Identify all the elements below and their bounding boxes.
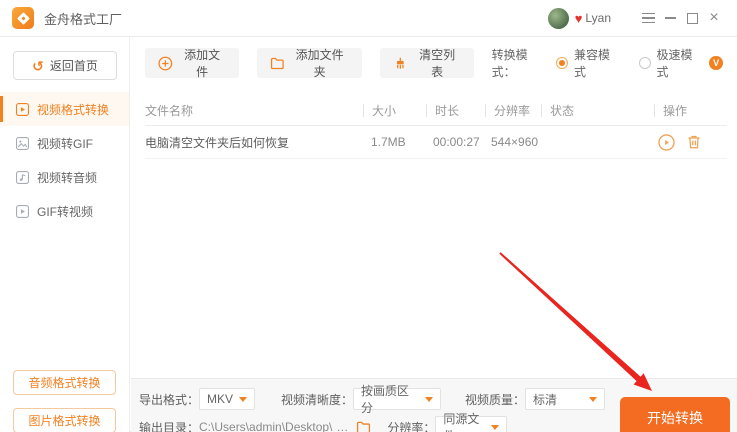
maximize-button[interactable] (681, 7, 703, 29)
compatible-mode-label[interactable]: 兼容模式 (574, 46, 621, 80)
resolution-dropdown[interactable]: 同源文件 (435, 416, 507, 432)
quality-label: 视频质量： (465, 391, 525, 408)
sidebar-item-label: 视频转GIF (37, 135, 93, 152)
add-file-button[interactable]: 添加文件 (145, 48, 239, 78)
folder-icon (356, 420, 371, 432)
output-dir-label: 输出目录： (139, 419, 199, 432)
delete-button[interactable] (686, 134, 702, 150)
sidebar-item-video-format[interactable]: 视频格式转换 (0, 92, 129, 126)
username[interactable]: Lyan (585, 11, 611, 25)
trash-icon (686, 134, 702, 150)
col-file-name: 文件名称 (145, 102, 363, 119)
add-file-label: 添加文件 (179, 46, 226, 80)
play-box-icon (16, 205, 29, 218)
col-operation: 操作 (655, 102, 727, 119)
file-name: 电脑清空文件夹后如何恢复 (145, 134, 363, 151)
play-button[interactable] (658, 134, 675, 151)
fast-mode-radio[interactable] (639, 57, 651, 69)
compatible-mode-radio[interactable] (556, 57, 568, 69)
fast-mode-label[interactable]: 极速模式 (657, 46, 704, 80)
quality-dropdown[interactable]: 标清 (525, 388, 605, 410)
table-header: 文件名称 大小 时长 分辨率 状态 操作 (145, 95, 727, 126)
music-note-icon (16, 171, 29, 184)
app-logo-icon (12, 7, 34, 29)
col-resolution: 分辨率 (486, 102, 541, 119)
sidebar-item-label: 视频转音频 (37, 169, 97, 186)
clarity-label: 视频清晰度： (281, 391, 353, 408)
sidebar: ↺ 返回首页 视频格式转换 视频转GIF 视频转音频 GIF转视频 音频格式转换 (0, 37, 130, 432)
user-avatar[interactable] (548, 8, 569, 29)
sidebar-bottom: 音频格式转换 图片格式转换 (13, 370, 116, 432)
clear-list-button[interactable]: 清空列表 (380, 48, 474, 78)
output-dir-more[interactable]: … (336, 420, 348, 432)
start-convert-button[interactable]: 开始转换 (620, 397, 730, 432)
export-format-dropdown[interactable]: MKV (199, 388, 255, 410)
app-title: 金舟格式工厂 (44, 9, 122, 28)
mode-label: 转换模式： (492, 46, 551, 80)
export-format-label: 导出格式： (139, 391, 199, 408)
add-folder-button[interactable]: 添加文件夹 (257, 48, 362, 78)
toolbar: 添加文件 添加文件夹 清空列表 转换模式： 兼容模式 极速模式 V (145, 47, 723, 79)
conversion-mode-group: 转换模式： 兼容模式 极速模式 V (492, 46, 723, 80)
chevron-down-icon (425, 397, 433, 402)
sidebar-item-video-to-audio[interactable]: 视频转音频 (0, 160, 129, 194)
file-resolution: 544×960 (483, 135, 538, 149)
minimize-button[interactable] (659, 7, 681, 29)
audio-format-button[interactable]: 音频格式转换 (13, 370, 116, 395)
app-window: 金舟格式工厂 ♥ Lyan × ↺ 返回首页 视频格式转换 视频转GIF (0, 0, 737, 432)
play-circle-icon (658, 134, 675, 151)
titlebar: 金舟格式工厂 ♥ Lyan × (0, 0, 737, 37)
add-folder-label: 添加文件夹 (290, 46, 349, 80)
sidebar-nav: 视频格式转换 视频转GIF 视频转音频 GIF转视频 (0, 92, 129, 228)
browse-folder-button[interactable] (356, 420, 371, 432)
image-icon (16, 137, 29, 150)
sidebar-item-video-to-gif[interactable]: 视频转GIF (0, 126, 129, 160)
image-format-button[interactable]: 图片格式转换 (13, 408, 116, 432)
close-button[interactable]: × (703, 7, 725, 29)
table-row[interactable]: 电脑清空文件夹后如何恢复 1.7MB 00:00:27 544×960 (145, 126, 727, 159)
vip-heart-icon: ♥ (575, 12, 583, 25)
footer-panel: 导出格式： MKV 视频清晰度： 按画质区分 视频质量： 标清 输出目录： (131, 378, 737, 432)
vip-v-icon: V (709, 56, 723, 70)
video-format-icon (16, 103, 29, 116)
menu-icon[interactable] (637, 7, 659, 29)
sidebar-item-label: GIF转视频 (37, 203, 93, 220)
back-arrow-icon: ↺ (32, 59, 44, 73)
file-duration: 00:00:27 (425, 135, 483, 149)
quality-value: 标清 (533, 391, 557, 408)
chevron-down-icon (491, 425, 499, 430)
resolution-value: 同源文件 (443, 410, 485, 432)
main-content: 添加文件 添加文件夹 清空列表 转换模式： 兼容模式 极速模式 V 文件名称 (131, 37, 737, 432)
back-home-button[interactable]: ↺ 返回首页 (13, 51, 117, 80)
col-status: 状态 (542, 102, 654, 119)
plus-circle-icon (158, 56, 173, 71)
broom-icon (393, 56, 408, 71)
chevron-down-icon (589, 397, 597, 402)
chevron-down-icon (239, 397, 247, 402)
file-size: 1.7MB (363, 135, 425, 149)
clarity-value: 按画质区分 (361, 382, 419, 416)
clear-list-label: 清空列表 (414, 46, 461, 80)
col-size: 大小 (364, 102, 426, 119)
resolution-label: 分辨率： (387, 419, 435, 432)
export-format-value: MKV (207, 392, 233, 406)
sidebar-item-gif-to-video[interactable]: GIF转视频 (0, 194, 129, 228)
folder-icon (270, 56, 285, 71)
col-duration: 时长 (427, 102, 485, 119)
output-dir-path: C:\Users\admin\Desktop\ (199, 420, 332, 432)
sidebar-item-label: 视频格式转换 (37, 101, 109, 118)
back-home-label: 返回首页 (50, 57, 98, 74)
clarity-dropdown[interactable]: 按画质区分 (353, 388, 441, 410)
